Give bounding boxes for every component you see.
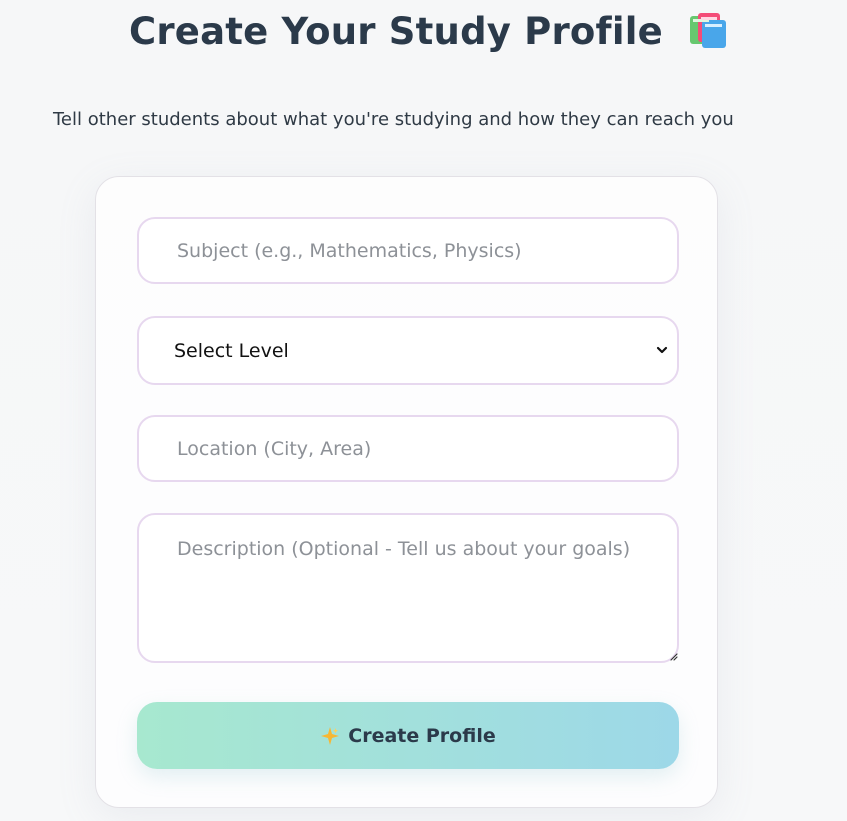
chevron-down-icon <box>656 346 668 354</box>
page-title: Create Your Study Profile <box>129 8 730 56</box>
sparkles-icon <box>321 726 340 745</box>
create-profile-label: Create Profile <box>348 724 496 747</box>
subject-input[interactable] <box>137 217 679 284</box>
create-profile-button[interactable]: Create Profile <box>137 702 679 769</box>
study-profile-form-card: Select Level Create Profile <box>95 176 718 808</box>
location-input[interactable] <box>137 415 679 482</box>
description-textarea[interactable] <box>137 513 679 663</box>
page-subtitle: Tell other students about what you're st… <box>53 109 734 130</box>
books-icon <box>690 13 727 48</box>
resize-grip-icon[interactable] <box>669 652 679 662</box>
page-title-text: Create Your Study Profile <box>129 10 663 53</box>
level-select[interactable]: Select Level <box>137 316 679 385</box>
level-select-value: Select Level <box>174 340 289 362</box>
